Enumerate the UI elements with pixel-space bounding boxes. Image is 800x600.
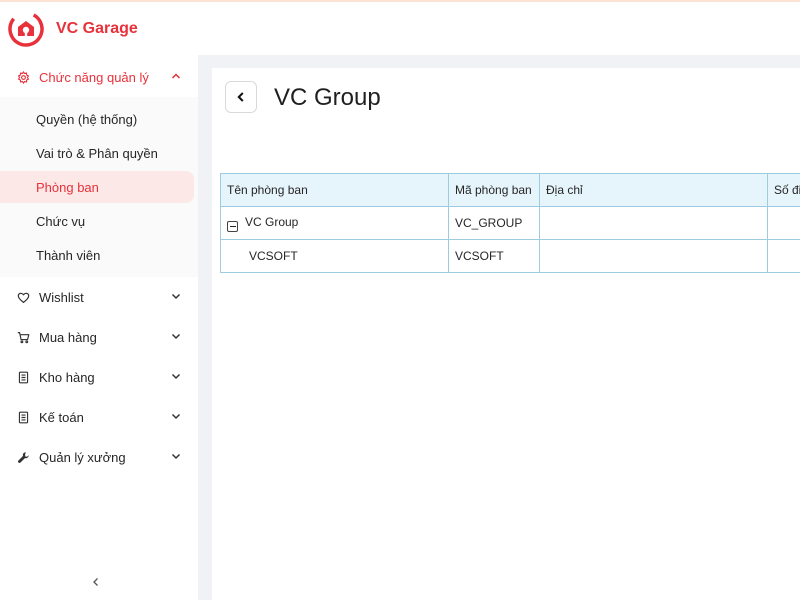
chevron-down-icon [170, 330, 182, 342]
submenu-management: Quyền (hệ thống) Vai trò & Phân quyền Ph… [0, 97, 198, 277]
sidebar-group-label: Chức năng quản lý [39, 69, 149, 85]
department-name: VC Group [245, 214, 299, 229]
sidebar-item-departments[interactable]: Phòng ban [0, 171, 194, 203]
table-header-row: Tên phòng ban Mã phòng ban Địa chỉ Số đi [220, 173, 800, 207]
cell-address [539, 206, 768, 240]
back-button[interactable] [225, 81, 257, 113]
wrench-icon [16, 450, 30, 464]
cell-code: VCSOFT [448, 239, 540, 273]
sidebar-group-label: Kế toán [39, 409, 84, 425]
sidebar-group-label: Wishlist [39, 289, 84, 305]
column-header-address[interactable]: Địa chỉ [539, 173, 768, 207]
ledger-icon [16, 410, 30, 424]
chevron-down-icon [170, 370, 182, 382]
column-header-name[interactable]: Tên phòng ban [220, 173, 449, 207]
page-title: VC Group [274, 84, 381, 111]
chevron-down-icon [170, 450, 182, 462]
column-header-code[interactable]: Mã phòng ban [448, 173, 540, 207]
sidebar-group-label: Quản lý xưởng [39, 449, 126, 465]
sidebar-group-workshop[interactable]: Quản lý xưởng [0, 437, 198, 477]
cell-extra [767, 206, 800, 240]
garage-logo-icon[interactable] [8, 10, 44, 47]
cell-code: VC_GROUP [448, 206, 540, 240]
sidebar-group-accounting[interactable]: Kế toán [0, 397, 198, 437]
cell-name: VCSOFT [220, 239, 449, 273]
collapse-sidebar-icon[interactable] [86, 572, 106, 592]
table-row[interactable]: VC Group VC_GROUP [220, 206, 800, 240]
gear-icon [16, 70, 30, 84]
sidebar-group-wishlist[interactable]: Wishlist [0, 277, 198, 317]
sidebar-group-warehouse[interactable]: Kho hàng [0, 357, 198, 397]
chevron-down-icon [170, 410, 182, 422]
sidebar: Chức năng quản lý Quyền (hệ thống) Vai t… [0, 55, 198, 600]
sidebar-group-purchasing[interactable]: Mua hàng [0, 317, 198, 357]
sidebar-item-positions[interactable]: Chức vụ [0, 205, 194, 237]
sidebar-item-roles[interactable]: Vai trò & Phân quyền [0, 137, 194, 169]
app-header: VC Garage [0, 2, 800, 55]
sidebar-group-label: Kho hàng [39, 369, 95, 385]
cell-address [539, 239, 768, 273]
brand-name[interactable]: VC Garage [56, 20, 138, 38]
chevron-down-icon [170, 290, 182, 302]
sidebar-group-label: Mua hàng [39, 329, 97, 345]
cell-name: VC Group [220, 206, 449, 240]
cell-extra [767, 239, 800, 273]
cart-icon [16, 330, 30, 344]
departments-table: Tên phòng ban Mã phòng ban Địa chỉ Số đi… [220, 173, 800, 273]
sidebar-group-management[interactable]: Chức năng quản lý [0, 57, 198, 97]
chevron-up-icon [170, 70, 182, 82]
main-content: VC Group Tên phòng ban Mã phòng ban Địa … [212, 68, 800, 600]
department-name: VCSOFT [249, 249, 298, 263]
sidebar-item-members[interactable]: Thành viên [0, 239, 194, 271]
chevron-left-icon [235, 91, 247, 103]
table-row[interactable]: VCSOFT VCSOFT [220, 239, 800, 273]
heart-icon [16, 290, 30, 304]
collapse-minus-icon[interactable] [227, 220, 238, 232]
ledger-icon [16, 370, 30, 384]
sidebar-item-permissions[interactable]: Quyền (hệ thống) [0, 103, 194, 135]
column-header-phone[interactable]: Số đi [767, 173, 800, 207]
